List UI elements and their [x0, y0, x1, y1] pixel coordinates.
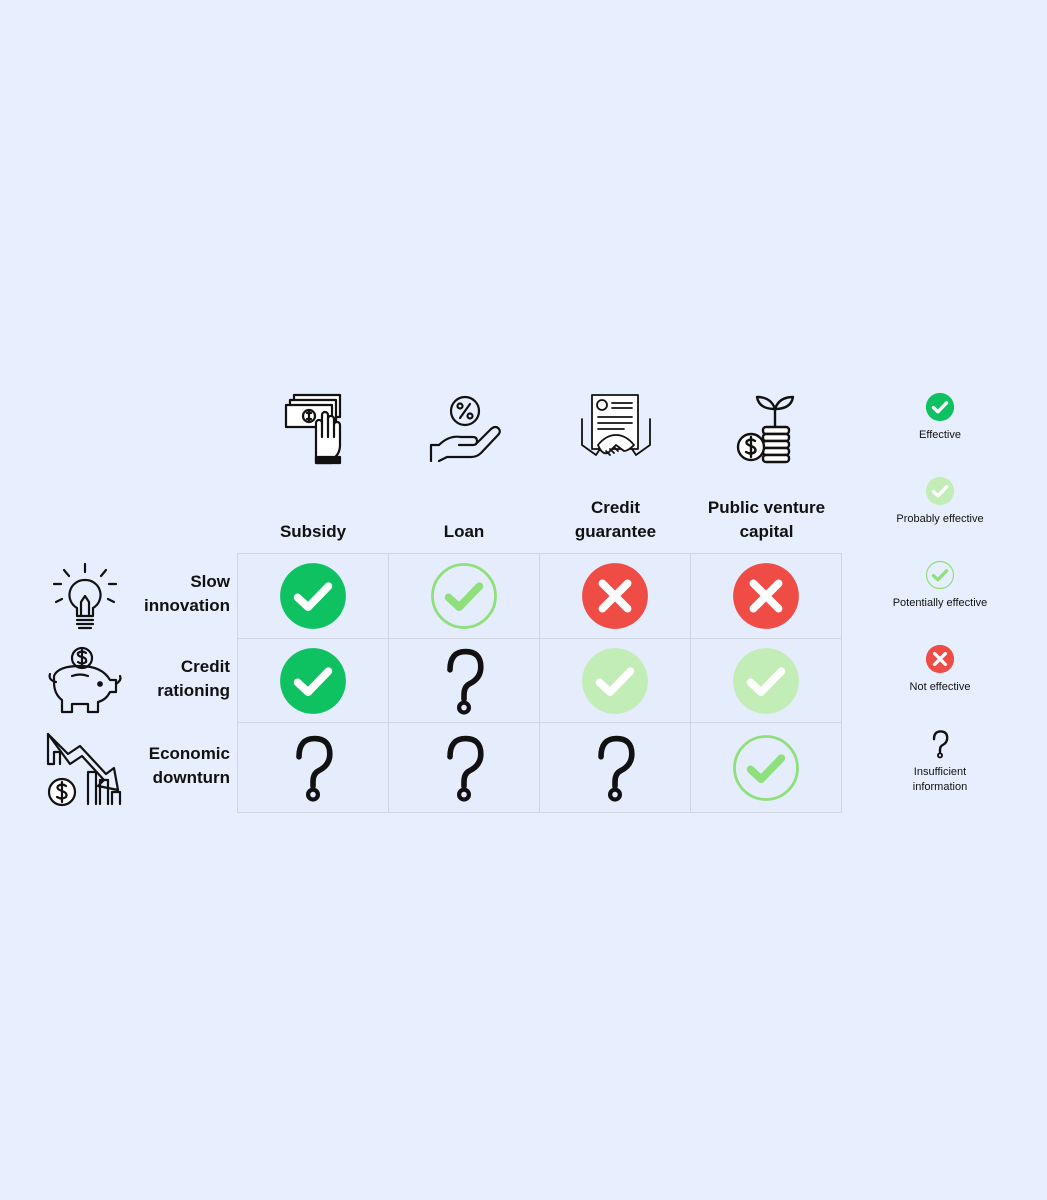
check-circle-icon	[278, 561, 348, 631]
matrix-cell	[539, 722, 691, 813]
row-label-slow-innovation: Slow innovation	[144, 572, 230, 615]
question-mark-icon	[429, 646, 499, 716]
matrix-cell	[237, 638, 389, 723]
matrix-cell	[388, 638, 540, 723]
legend-item-insufficient-information: Insufficient information	[895, 729, 985, 795]
check-circle-icon	[278, 646, 348, 716]
question-mark-icon	[580, 733, 650, 803]
light-check-circle-icon	[925, 476, 955, 506]
legend-label: Effective	[919, 429, 961, 441]
question-mark-icon	[925, 729, 955, 759]
legend-item-not-effective: Not effective	[880, 644, 1000, 695]
legend-label: Not effective	[909, 681, 971, 693]
outline-check-circle-icon	[429, 561, 499, 631]
column-header-public-venture-capital: Public venture capital	[707, 498, 826, 541]
legend-item-probably-effective: Probably effective	[880, 476, 1000, 527]
legend-label: Potentially effective	[892, 597, 988, 609]
legend-item-potentially-effective: Potentially effective	[880, 560, 1000, 611]
outline-check-circle-icon	[731, 733, 801, 803]
matrix-row-slow-innovation	[237, 553, 842, 639]
x-circle-icon	[580, 561, 650, 631]
question-mark-icon	[429, 733, 499, 803]
check-circle-icon	[925, 392, 955, 422]
light-check-circle-icon	[580, 646, 650, 716]
row-label-credit-rationing: Credit rationing	[157, 657, 230, 700]
matrix-cell	[388, 722, 540, 813]
light-check-circle-icon	[731, 646, 801, 716]
effectiveness-matrix	[237, 553, 842, 813]
column-header-loan: Loan	[443, 522, 485, 541]
x-circle-icon	[731, 561, 801, 631]
contract-handshake-icon	[576, 393, 656, 465]
matrix-cell	[690, 722, 842, 813]
matrix-row-economic-downturn	[237, 722, 842, 813]
matrix-cell	[237, 553, 389, 639]
outline-check-circle-icon	[925, 560, 955, 590]
matrix-cell	[388, 553, 540, 639]
row-label-economic-downturn: Economic downturn	[148, 744, 230, 787]
legend-item-effective: Effective	[880, 392, 1000, 443]
percent-hand-icon	[425, 393, 505, 465]
matrix-cell	[539, 553, 691, 639]
column-header-subsidy: Subsidy	[279, 522, 347, 541]
cash-hand-icon	[274, 393, 354, 465]
legend-label: Insufficient information	[912, 766, 968, 793]
matrix-cell	[237, 722, 389, 813]
matrix-cell	[690, 638, 842, 723]
x-circle-icon	[925, 644, 955, 674]
coin-sprout-icon	[727, 393, 807, 465]
matrix-row-credit-rationing	[237, 638, 842, 723]
matrix-cell	[539, 638, 691, 723]
column-header-credit-guarantee: Credit guarantee	[574, 498, 657, 541]
matrix-cell	[690, 553, 842, 639]
legend-label: Probably effective	[896, 513, 984, 525]
question-mark-icon	[278, 733, 348, 803]
